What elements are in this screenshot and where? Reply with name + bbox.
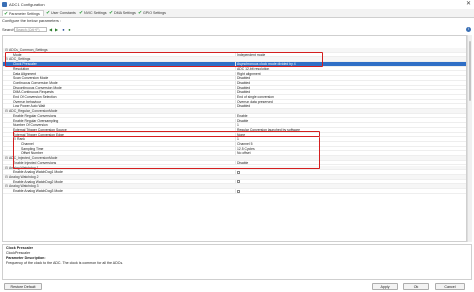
description-panel: Clock Prescaler ClockPrescaler Parameter…: [2, 244, 472, 280]
grid-scrollbar[interactable]: [467, 35, 472, 242]
enable-checkbox[interactable]: [237, 189, 240, 193]
tab-dma-settings[interactable]: ✔ DMA Settings: [108, 10, 136, 16]
description-param-name: ClockPrescaler: [6, 251, 31, 255]
tab-nvic-settings[interactable]: ✔ NVIC Settings: [78, 10, 107, 16]
description-text: Frequency of the clock to the ADC. The c…: [6, 261, 124, 265]
description-title: Clock Prescaler: [6, 246, 33, 250]
configure-instruction: Configure the below parameters :: [2, 18, 62, 23]
column-divider: [235, 90, 236, 94]
tab-gpio-settings[interactable]: ✔ GPIO Settings: [137, 10, 166, 16]
column-divider: [235, 66, 236, 71]
column-divider: [235, 123, 236, 127]
ok-button[interactable]: Ok: [403, 283, 429, 290]
highlight-box-clock: [5, 52, 323, 67]
column-divider: [235, 189, 236, 193]
enable-checkbox[interactable]: [237, 180, 240, 184]
cancel-button[interactable]: Cancel: [435, 283, 465, 290]
search-input[interactable]: Search (CrtI+F): [14, 27, 47, 32]
check-icon: ✔: [4, 11, 9, 17]
collapse-all-icon[interactable]: ●: [61, 27, 66, 32]
tab-label: NVIC Settings: [84, 11, 107, 15]
search-bar: Search Search (CrtI+F) ◀ ▶ ● ● i: [0, 26, 474, 34]
tab-label: User Constants: [51, 11, 76, 15]
column-divider: [235, 71, 236, 76]
column-divider: [235, 179, 236, 184]
expand-all-icon[interactable]: ●: [67, 27, 72, 32]
grid-param-row[interactable]: Enable Analog WatchDog3 Mode: [3, 189, 466, 194]
column-divider: [235, 118, 236, 123]
column-divider: [235, 104, 236, 109]
close-icon[interactable]: ✕: [466, 1, 471, 7]
search-previous-icon[interactable]: ◀: [48, 27, 53, 32]
column-divider: [235, 99, 236, 104]
column-divider: [235, 113, 236, 118]
tab-label: DMA Settings: [114, 11, 136, 15]
check-icon: ✔: [109, 10, 114, 16]
apply-button[interactable]: Apply: [372, 283, 398, 290]
highlight-box-rank-area: [13, 137, 320, 169]
restore-default-button[interactable]: Restore Default: [4, 283, 42, 290]
column-divider: [235, 85, 236, 90]
search-next-icon[interactable]: ▶: [54, 27, 59, 32]
search-label: Search: [2, 27, 15, 32]
scrollbar-thumb[interactable]: [469, 41, 471, 101]
app-icon: [2, 2, 7, 7]
column-divider: [235, 80, 236, 85]
column-divider: [235, 76, 236, 80]
tab-label: GPIO Settings: [143, 11, 166, 15]
tab-user-constants[interactable]: ✔ User Constants: [45, 10, 77, 16]
column-divider: [235, 170, 236, 174]
check-icon: ✔: [79, 10, 84, 16]
param-name: Enable Analog WatchDog3 Mode: [13, 189, 63, 193]
tab-parameter-settings[interactable]: ✔ Parameter Settings: [2, 10, 44, 17]
footer: Restore Default Apply Ok Cancel: [0, 282, 474, 292]
check-icon: ✔: [138, 10, 143, 16]
tab-label: Parameter Settings: [9, 12, 40, 16]
window-title: ADC1 Configuration: [9, 2, 45, 7]
column-divider: [235, 95, 236, 99]
tab-bar: ✔ Parameter Settings ✔ User Constants ✔ …: [0, 9, 474, 18]
description-section: Parameter Description:: [6, 256, 46, 260]
check-icon: ✔: [46, 10, 51, 16]
help-icon[interactable]: i: [466, 27, 471, 32]
enable-checkbox[interactable]: [237, 170, 240, 174]
